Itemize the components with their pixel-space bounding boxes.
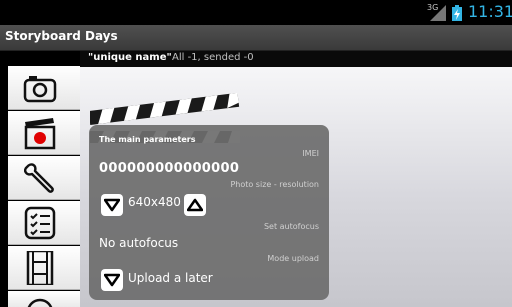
- photo-size-increase-button[interactable]: [184, 194, 206, 216]
- action-bar: Storyboard Days: [0, 25, 512, 51]
- photo-size-value: 640x480: [128, 195, 181, 209]
- signal-icon: [430, 5, 446, 21]
- status-bar: 3G 11:31: [0, 0, 512, 25]
- photo-size-decrease-button[interactable]: [101, 194, 123, 216]
- storyboard-info-bar: "unique name" All -1, sended -0: [80, 51, 512, 67]
- record-icon: [24, 118, 56, 150]
- film-strip-icon: [26, 251, 54, 285]
- sidebar: [0, 51, 80, 307]
- upload-mode-button[interactable]: [101, 269, 123, 291]
- film-button[interactable]: [8, 246, 80, 290]
- clock: 11:31: [468, 2, 512, 21]
- checklist-icon: [24, 206, 56, 240]
- storyboard-counts: All -1, sended -0: [172, 52, 254, 63]
- camera-button[interactable]: [8, 66, 80, 110]
- clock-icon: [27, 298, 53, 307]
- settings-button[interactable]: [8, 156, 80, 200]
- upload-mode-value: Upload a later: [128, 271, 213, 285]
- main-parameters-panel: The main parameters IMEI 000000000000000…: [89, 125, 329, 300]
- upload-mode-label: Mode upload: [267, 254, 319, 263]
- more-button[interactable]: [8, 291, 80, 307]
- chevron-down-icon: [104, 198, 120, 212]
- battery-icon: [452, 5, 462, 21]
- checklist-button[interactable]: [8, 201, 80, 245]
- imei-value: 000000000000000: [99, 161, 240, 176]
- panel-heading: The main parameters: [99, 135, 196, 144]
- record-button[interactable]: [8, 111, 80, 155]
- imei-label: IMEI: [302, 149, 319, 158]
- wrench-icon: [23, 163, 54, 193]
- autofocus-value[interactable]: No autofocus: [99, 236, 178, 250]
- app-title: Storyboard Days: [5, 29, 118, 43]
- camera-icon: [23, 76, 57, 103]
- chevron-up-icon: [187, 198, 203, 212]
- chevron-down-icon: [104, 273, 120, 287]
- photo-size-label: Photo size - resolution: [230, 180, 319, 189]
- storyboard-name: "unique name": [88, 52, 172, 63]
- autofocus-label: Set autofocus: [263, 222, 319, 231]
